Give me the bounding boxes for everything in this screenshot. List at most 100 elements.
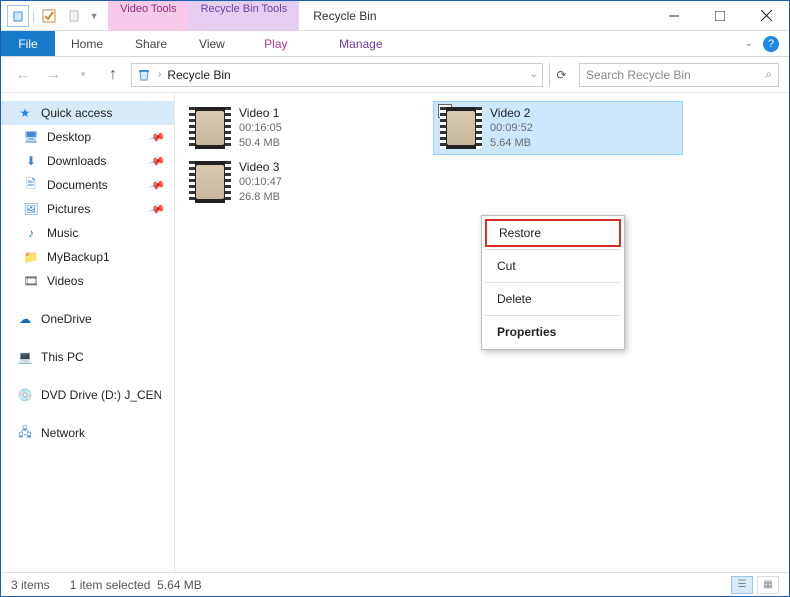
chevron-down-icon[interactable]: ⌄ bbox=[530, 69, 538, 80]
close-button[interactable] bbox=[743, 1, 789, 31]
status-item-count: 3 items bbox=[11, 578, 50, 592]
documents-icon: 🖹 bbox=[23, 177, 39, 193]
breadcrumb-separator-icon: › bbox=[158, 69, 161, 80]
refresh-button[interactable]: ⟳ bbox=[549, 63, 573, 87]
search-box[interactable]: ⌕ bbox=[579, 63, 779, 87]
recycle-bin-tools-header: Recycle Bin Tools bbox=[189, 1, 300, 31]
help-button[interactable]: ? bbox=[763, 36, 779, 52]
downloads-icon: ⬇ bbox=[23, 153, 39, 169]
menu-separator bbox=[485, 249, 621, 250]
maximize-button[interactable] bbox=[697, 1, 743, 31]
video-thumbnail bbox=[189, 107, 231, 149]
pictures-icon: 🖼 bbox=[23, 201, 39, 217]
sidebar-item-mybackup[interactable]: 📁MyBackup1 bbox=[1, 245, 174, 269]
search-input[interactable] bbox=[586, 68, 765, 82]
back-button[interactable]: ← bbox=[11, 63, 35, 87]
network-icon: 🖧 bbox=[17, 425, 33, 441]
details-view-button[interactable]: ☰ bbox=[731, 576, 753, 594]
sidebar-dvd-drive[interactable]: 💿 DVD Drive (D:) J_CEN bbox=[1, 383, 174, 407]
minimize-button[interactable] bbox=[651, 1, 697, 31]
file-duration: 00:09:52 bbox=[490, 121, 533, 136]
sidebar-item-pictures[interactable]: 🖼Pictures📌 bbox=[1, 197, 174, 221]
menu-separator bbox=[485, 282, 621, 283]
qat-divider: | bbox=[32, 9, 35, 23]
manage-tab[interactable]: Manage bbox=[311, 31, 411, 56]
window-controls bbox=[651, 1, 789, 31]
context-menu: Restore Cut Delete Properties bbox=[481, 215, 625, 350]
file-item[interactable]: Video 3 00:10:47 26.8 MB bbox=[183, 155, 433, 209]
file-size: 50.4 MB bbox=[239, 136, 282, 151]
home-tab[interactable]: Home bbox=[55, 31, 119, 56]
ribbon-tabs: File Home Share View Play Manage ⌄ ? bbox=[1, 31, 789, 57]
sidebar-label: DVD Drive (D:) J_CEN bbox=[41, 388, 161, 402]
file-item-selected[interactable]: ✓ Video 2 00:09:52 5.64 MB bbox=[433, 101, 683, 155]
qat-dropdown[interactable]: ▼ bbox=[88, 5, 100, 27]
file-list: Video 1 00:16:05 50.4 MB ✓ Video 2 00:09… bbox=[183, 101, 781, 209]
sidebar-item-music[interactable]: ♪Music bbox=[1, 221, 174, 245]
pin-icon: 📌 bbox=[148, 176, 166, 194]
file-size: 26.8 MB bbox=[239, 190, 282, 205]
sidebar-label: Network bbox=[41, 426, 85, 440]
icons-view-button[interactable]: ▦ bbox=[757, 576, 779, 594]
file-name: Video 2 bbox=[490, 105, 533, 121]
up-button[interactable]: ↑ bbox=[101, 63, 125, 87]
pin-icon: 📌 bbox=[148, 152, 166, 170]
view-tab[interactable]: View bbox=[183, 31, 241, 56]
share-tab[interactable]: Share bbox=[119, 31, 183, 56]
window-title: Recycle Bin bbox=[313, 9, 376, 23]
navigation-pane: ★ Quick access 🖥Desktop📌 ⬇Downloads📌 🖹Do… bbox=[1, 93, 175, 572]
content-pane[interactable]: Video 1 00:16:05 50.4 MB ✓ Video 2 00:09… bbox=[175, 93, 789, 572]
file-item[interactable]: Video 1 00:16:05 50.4 MB bbox=[183, 101, 433, 155]
ribbon-expand-icon[interactable]: ⌄ bbox=[745, 38, 753, 49]
sidebar-item-downloads[interactable]: ⬇Downloads📌 bbox=[1, 149, 174, 173]
address-bar: ← → ▾ ↑ › Recycle Bin ⌄ ⟳ ⌕ bbox=[1, 57, 789, 93]
star-icon: ★ bbox=[17, 105, 33, 121]
pin-icon: 📌 bbox=[148, 128, 166, 146]
sidebar-label: Desktop bbox=[47, 130, 91, 144]
onedrive-icon: ☁ bbox=[17, 311, 33, 327]
sidebar-label: Pictures bbox=[47, 202, 90, 216]
file-size: 5.64 MB bbox=[490, 136, 533, 151]
sidebar-onedrive[interactable]: ☁ OneDrive bbox=[1, 307, 174, 331]
recent-dropdown[interactable]: ▾ bbox=[71, 63, 95, 87]
context-menu-cut[interactable]: Cut bbox=[485, 252, 621, 280]
sidebar-label: Documents bbox=[47, 178, 108, 192]
search-icon: ⌕ bbox=[765, 67, 772, 82]
minimize-icon bbox=[669, 11, 679, 21]
pc-icon: 💻 bbox=[17, 349, 33, 365]
forward-button[interactable]: → bbox=[41, 63, 65, 87]
status-bar: 3 items 1 item selected 5.64 MB ☰ ▦ bbox=[1, 572, 789, 596]
play-tab[interactable]: Play bbox=[241, 31, 311, 56]
file-tab[interactable]: File bbox=[1, 31, 55, 56]
sidebar-label: Videos bbox=[47, 274, 83, 288]
breadcrumb-location[interactable]: Recycle Bin bbox=[167, 68, 230, 82]
context-menu-restore[interactable]: Restore bbox=[485, 219, 621, 247]
sidebar-item-documents[interactable]: 🖹 Documents 📌 bbox=[1, 173, 174, 197]
video-tools-header: Video Tools bbox=[108, 1, 188, 31]
contextual-tab-group: Video Tools Recycle Bin Tools bbox=[108, 1, 299, 31]
context-menu-delete[interactable]: Delete bbox=[485, 285, 621, 313]
qat-blank-button[interactable] bbox=[63, 5, 85, 27]
sidebar-network[interactable]: 🖧 Network bbox=[1, 421, 174, 445]
breadcrumb[interactable]: › Recycle Bin ⌄ bbox=[131, 63, 543, 87]
videos-icon: 🎞 bbox=[23, 273, 39, 289]
sidebar-item-videos[interactable]: 🎞 Videos bbox=[1, 269, 174, 293]
checkbox-checked-icon bbox=[42, 9, 56, 23]
close-icon bbox=[761, 10, 772, 21]
sidebar-label: OneDrive bbox=[41, 312, 92, 326]
status-selection: 1 item selected 5.64 MB bbox=[70, 578, 202, 592]
disc-icon: 💿 bbox=[17, 387, 33, 403]
explorer-body: ★ Quick access 🖥Desktop📌 ⬇Downloads📌 🖹Do… bbox=[1, 93, 789, 572]
file-duration: 00:10:47 bbox=[239, 175, 282, 190]
title-bar: | ▼ Video Tools Recycle Bin Tools Recycl… bbox=[1, 1, 789, 31]
sidebar-this-pc[interactable]: 💻 This PC bbox=[1, 345, 174, 369]
sidebar-item-desktop[interactable]: 🖥Desktop📌 bbox=[1, 125, 174, 149]
qat-checkbox-button[interactable] bbox=[38, 5, 60, 27]
qat-properties-button[interactable] bbox=[7, 5, 29, 27]
sidebar-quick-access[interactable]: ★ Quick access bbox=[1, 101, 174, 125]
view-switcher: ☰ ▦ bbox=[731, 576, 779, 594]
sidebar-label: This PC bbox=[41, 350, 84, 364]
context-menu-properties[interactable]: Properties bbox=[485, 318, 621, 346]
document-icon bbox=[67, 9, 81, 23]
recycle-bin-icon bbox=[11, 9, 25, 23]
